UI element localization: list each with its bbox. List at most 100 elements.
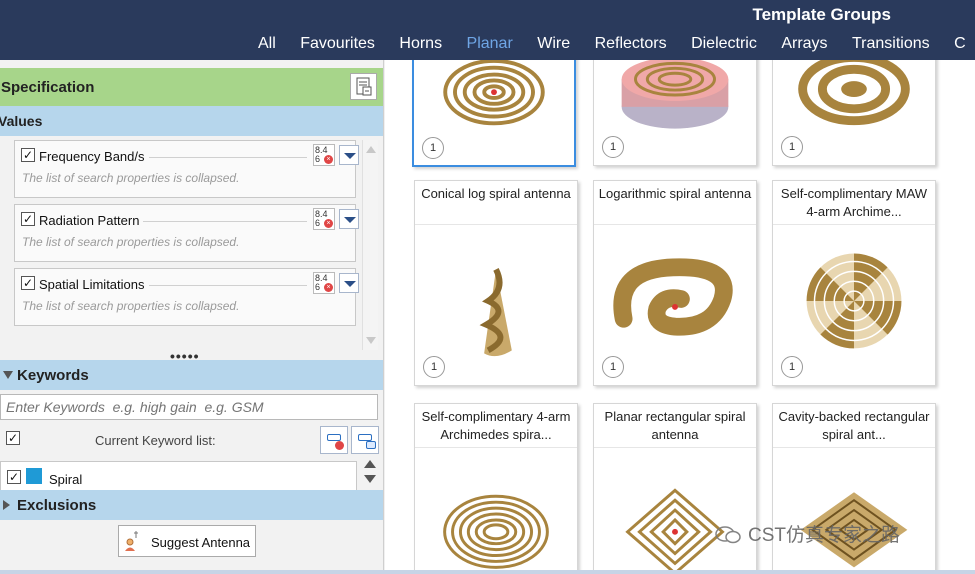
property-label: Radiation Pattern — [39, 213, 144, 228]
tab-favourites[interactable]: Favourites — [300, 35, 375, 53]
scroll-up-icon[interactable] — [364, 460, 376, 468]
antenna-card-archimedean-spiral[interactable]: 1 — [412, 60, 576, 167]
suggest-antenna-button[interactable]: Suggest Antenna — [118, 525, 256, 557]
search-panel: Specification Values Frequency Band/s Th… — [0, 60, 384, 570]
values-header[interactable]: Values — [0, 106, 383, 136]
tab-horns[interactable]: Horns — [399, 35, 442, 53]
form-icon — [356, 77, 372, 96]
expanded-triangle-icon — [3, 371, 13, 379]
tab-more-truncated[interactable]: C — [954, 35, 966, 53]
template-count-badge: 1 — [781, 136, 803, 158]
clear-x-icon: × — [324, 283, 333, 292]
suggest-antenna-label: Suggest Antenna — [151, 535, 251, 550]
watermark-text: CST仿真专家之路 — [748, 525, 901, 546]
cavity-rectangular-spiral-icon — [800, 492, 908, 568]
property-spatial-limitations: Spatial Limitations The list of search p… — [14, 268, 359, 326]
archimedean-spiral-icon — [443, 60, 545, 126]
antenna-card-conical-log-spiral[interactable]: Conical log spiral antenna 1 — [414, 180, 578, 386]
property-label: Spatial Limitations — [39, 277, 149, 292]
template-groups-title: Template Groups — [752, 5, 891, 24]
specification-header[interactable]: Specification — [0, 68, 383, 106]
card-title: Planar rectangular spiral antenna — [594, 404, 756, 448]
log-spiral-icon — [613, 258, 733, 336]
exclusions-title: Exclusions — [17, 497, 97, 514]
person-antenna-icon — [125, 531, 138, 551]
clear-x-icon: × — [324, 155, 333, 164]
radiation-pattern-checkbox[interactable] — [21, 212, 35, 226]
collapsed-triangle-icon — [3, 500, 10, 510]
list-icon — [358, 434, 372, 441]
keyword-color-swatch[interactable] — [26, 468, 42, 484]
numeric-clear-icon[interactable]: 8.4 6 × — [313, 272, 335, 294]
scroll-up-icon[interactable] — [366, 146, 376, 153]
antenna-card-maw-4-arm[interactable]: Self-complimentary MAW 4-arm Archime... … — [772, 180, 936, 386]
keyword-list: Spiral — [0, 461, 357, 491]
keyword-scrollbar[interactable] — [361, 458, 379, 488]
property-label: Frequency Band/s — [39, 149, 149, 164]
bottom-strip — [0, 570, 975, 574]
tab-reflectors[interactable]: Reflectors — [595, 35, 667, 53]
numeric-clear-icon[interactable]: 8.4 6 × — [313, 144, 335, 166]
property-radiation-pattern: Radiation Pattern The list of search pro… — [14, 204, 359, 262]
rectangular-spiral-icon — [625, 488, 725, 570]
card-title: Self-complimentary MAW 4-arm Archime... — [773, 181, 935, 225]
template-count-badge: 1 — [602, 136, 624, 158]
keyword-checkbox[interactable] — [7, 470, 21, 484]
antenna-card-logarithmic-spiral[interactable]: Logarithmic spiral antenna 1 — [593, 180, 757, 386]
remove-keyword-button[interactable] — [320, 426, 348, 454]
antenna-card-spiral-thick[interactable]: 1 — [772, 60, 936, 166]
scroll-down-icon[interactable] — [366, 337, 376, 344]
keywords-input[interactable] — [0, 394, 378, 420]
exclusions-header[interactable]: Exclusions — [0, 490, 383, 520]
tab-planar[interactable]: Planar — [467, 35, 513, 53]
card-title: Self-complimentary 4-arm Archimedes spir… — [415, 404, 577, 448]
tab-all[interactable]: All — [258, 35, 276, 53]
thick-spiral-icon — [798, 60, 910, 126]
conical-spiral-icon — [479, 268, 512, 357]
property-description: The list of search properties is collaps… — [22, 235, 240, 249]
antenna-card-4-arm-archimedes[interactable]: Self-complimentary 4-arm Archimedes spir… — [414, 403, 578, 570]
template-groups-header: Template Groups All Favourites Horns Pla… — [0, 0, 975, 60]
specification-options-button[interactable] — [350, 73, 377, 100]
template-count-badge: 1 — [423, 356, 445, 378]
frequency-band-checkbox[interactable] — [21, 148, 35, 162]
current-keyword-row: Current Keyword list: — [0, 423, 383, 459]
tab-wire[interactable]: Wire — [537, 35, 570, 53]
keywords-header[interactable]: Keywords — [0, 360, 383, 390]
scroll-down-icon[interactable] — [364, 475, 376, 483]
values-scrollbar[interactable] — [362, 140, 378, 350]
tab-arrays[interactable]: Arrays — [781, 35, 827, 53]
frequency-band-dropdown-button[interactable] — [339, 145, 359, 165]
tab-dielectric[interactable]: Dielectric — [691, 35, 757, 53]
app-window: Template Groups All Favourites Horns Pla… — [0, 0, 975, 574]
template-count-badge: 1 — [422, 137, 444, 159]
select-all-keywords-checkbox[interactable] — [6, 431, 20, 445]
keywords-title: Keywords — [17, 367, 89, 384]
card-title: Cavity-backed rectangular spiral ant... — [773, 404, 935, 448]
clear-x-icon: × — [324, 219, 333, 228]
spatial-limitations-checkbox[interactable] — [21, 276, 35, 290]
keyword-name: Spiral — [49, 472, 83, 487]
remove-icon — [335, 441, 344, 450]
cavity-spiral-icon — [621, 60, 729, 129]
tab-transitions[interactable]: Transitions — [852, 35, 930, 53]
category-tabs: All Favourites Horns Planar Wire Reflect… — [258, 35, 975, 53]
current-keyword-label: Current Keyword list: — [95, 433, 216, 448]
property-frequency-band: Frequency Band/s The list of search prop… — [14, 140, 359, 198]
antenna-card-cavity-spiral[interactable]: 1 — [593, 60, 757, 166]
edit-keyword-button[interactable] — [351, 426, 379, 454]
template-count-badge: 1 — [781, 356, 803, 378]
watermark: CST仿真专家之路 — [714, 520, 900, 547]
4-arm-archimedes-icon — [443, 494, 549, 569]
card-title: Conical log spiral antenna — [415, 181, 577, 225]
maw-4-arm-icon — [806, 253, 902, 349]
wechat-icon — [715, 526, 741, 544]
specification-title: Specification — [1, 79, 95, 96]
values-title: Values — [0, 113, 43, 129]
radiation-pattern-dropdown-button[interactable] — [339, 209, 359, 229]
property-description: The list of search properties is collaps… — [22, 171, 240, 185]
spatial-limitations-dropdown-button[interactable] — [339, 273, 359, 293]
template-gallery: 1 1 1 Conical log spiral antenna 1 Logar… — [385, 60, 975, 570]
numeric-clear-icon[interactable]: 8.4 6 × — [313, 208, 335, 230]
property-description: The list of search properties is collaps… — [22, 299, 240, 313]
